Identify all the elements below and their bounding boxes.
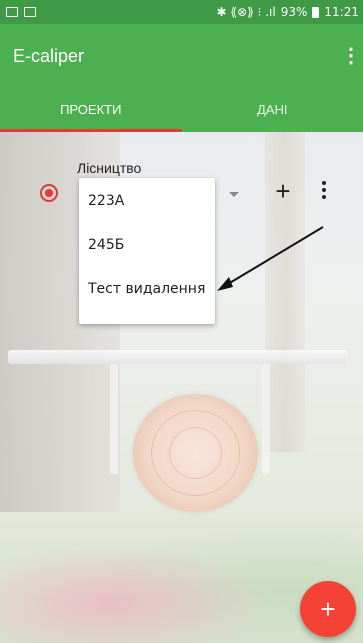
main-content: Лісництво + 223А 245Б Тест видалення + bbox=[0, 132, 363, 643]
status-bar: ✱ ⟪⊗⟫ ⁝ .ıl 93% 11:21 bbox=[0, 0, 363, 24]
dropdown-item[interactable]: 223А bbox=[79, 183, 215, 227]
status-right: ✱ ⟪⊗⟫ ⁝ .ıl 93% 11:21 bbox=[217, 5, 359, 19]
forestry-dropdown-menu: 223А 245Б Тест видалення bbox=[79, 178, 215, 324]
tab-projects[interactable]: ПРОЕКТИ bbox=[0, 94, 182, 132]
app-title: E-caliper bbox=[13, 46, 85, 66]
caliper-jaw-left bbox=[110, 364, 118, 474]
add-fab-button[interactable]: + bbox=[300, 581, 356, 637]
overflow-menu-icon[interactable]: ⋮ bbox=[341, 45, 361, 67]
tab-data[interactable]: ДАНІ bbox=[182, 94, 363, 132]
log-ring bbox=[169, 427, 222, 479]
app-bar: E-caliper ⋮ bbox=[0, 24, 363, 94]
add-project-button[interactable]: + bbox=[270, 176, 296, 206]
status-notification-icons bbox=[6, 7, 36, 17]
dropdown-item[interactable]: Тест видалення bbox=[79, 271, 215, 315]
notification-icon bbox=[6, 7, 18, 17]
dropdown-item[interactable]: 245Б bbox=[79, 227, 215, 271]
battery-level: 93% bbox=[280, 5, 308, 19]
clock: 11:21 bbox=[324, 5, 359, 19]
forestry-label: Лісництво bbox=[77, 160, 142, 176]
caliper-image bbox=[8, 350, 348, 364]
project-radio-button[interactable] bbox=[40, 184, 58, 202]
log-cross-section-image bbox=[133, 394, 258, 512]
caliper-jaw-right bbox=[262, 364, 270, 474]
status-signal-icons: ✱ ⟪⊗⟫ ⁝ .ıl bbox=[216, 5, 276, 19]
dropdown-arrow-icon[interactable] bbox=[229, 192, 239, 197]
image-notification-icon bbox=[24, 7, 36, 17]
tab-bar: ПРОЕКТИ ДАНІ bbox=[0, 94, 363, 132]
project-more-icon[interactable] bbox=[318, 178, 330, 204]
battery-icon bbox=[312, 6, 320, 18]
